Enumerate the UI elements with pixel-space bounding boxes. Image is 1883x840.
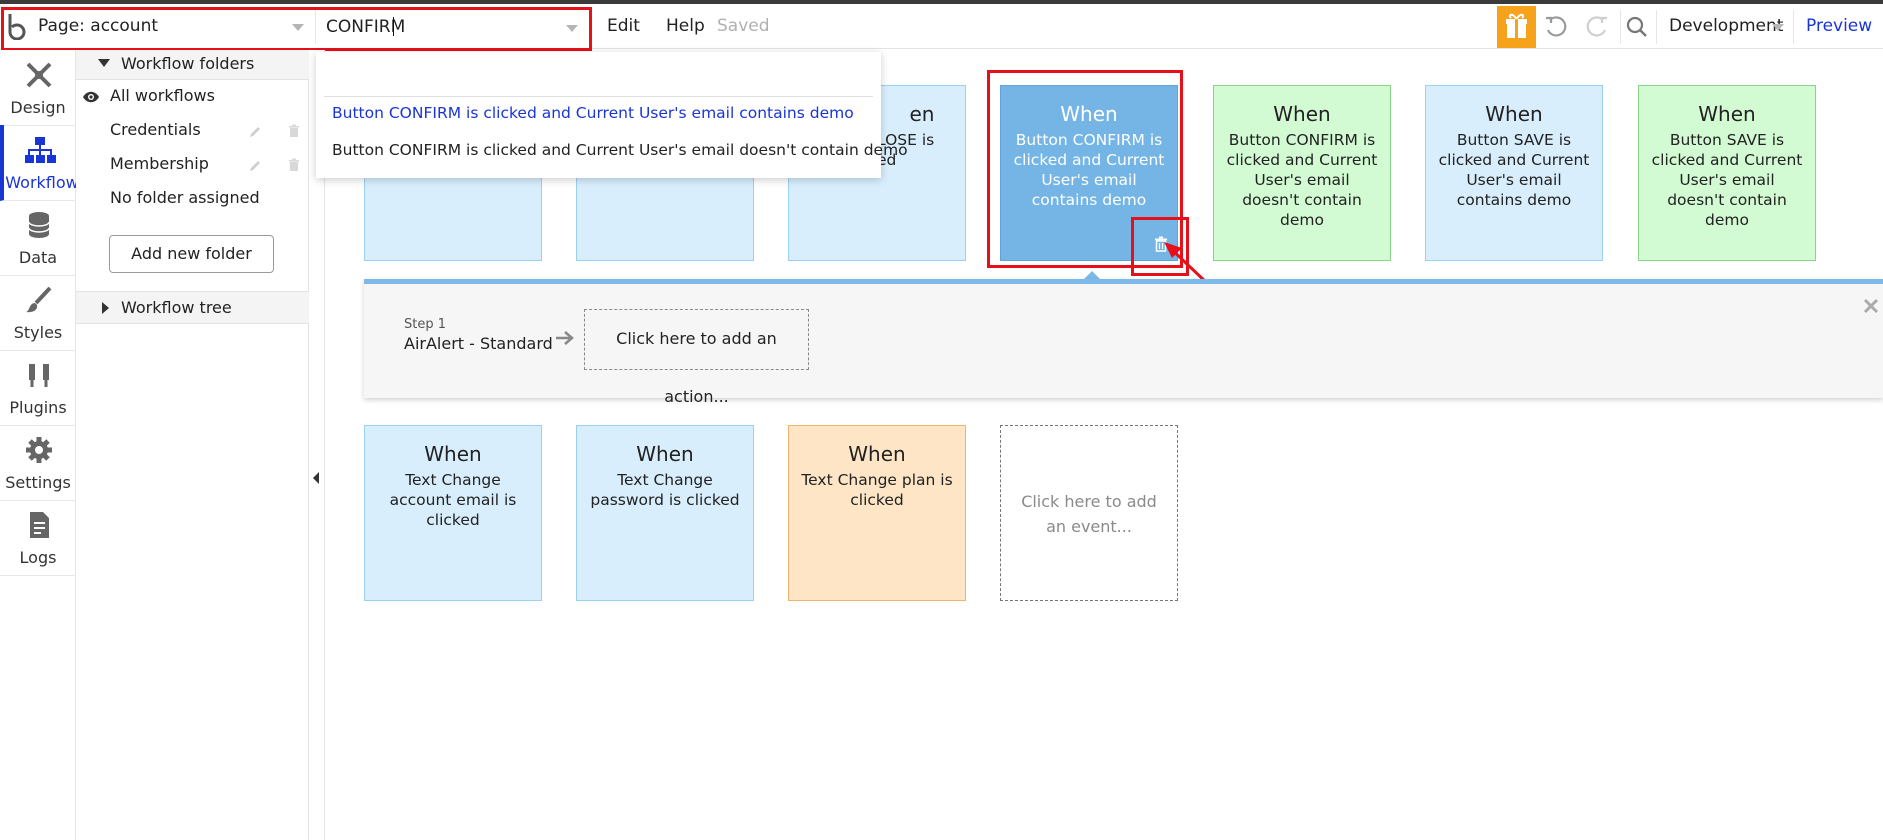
nav-logs[interactable]: Logs (0, 500, 76, 576)
event-when-label: When (1698, 102, 1756, 126)
save-status: Saved (717, 16, 770, 36)
event-card[interactable]: When Text Change password is clicked (576, 425, 754, 601)
event-description: Button SAVE is clicked and Current User'… (1651, 131, 1803, 229)
nav-label: Logs (19, 548, 57, 567)
trash-icon[interactable] (288, 123, 300, 142)
preview-link[interactable]: Preview (1806, 16, 1872, 36)
eye-icon[interactable] (82, 89, 100, 108)
undo-icon[interactable] (1543, 14, 1569, 44)
nav-label: Settings (5, 473, 71, 492)
event-when-label: When (1485, 102, 1543, 126)
event-card[interactable]: When Button SAVE is clicked and Current … (1425, 85, 1603, 261)
add-event-label: Click here to add an event... (1021, 492, 1157, 536)
folders-header-title: Workflow folders (121, 54, 255, 73)
help-menu[interactable]: Help (666, 16, 705, 36)
trash-icon[interactable] (288, 157, 300, 176)
event-when-label: When (636, 442, 694, 466)
nav-label: Design (10, 98, 66, 117)
annotation-highlight-box (1, 7, 592, 51)
top-toolbar: Page: account CONFIRM Edit Help Saved De… (0, 4, 1883, 51)
pencil-icon[interactable] (248, 158, 262, 177)
pencil-icon[interactable] (248, 124, 262, 143)
nav-styles[interactable]: Styles (0, 275, 76, 351)
design-icon (26, 62, 52, 88)
step-number: Step 1 (404, 317, 447, 332)
folders-header[interactable]: Workflow folders (76, 50, 309, 80)
all-workflows-item[interactable]: All workflows (110, 86, 215, 105)
divider (1620, 10, 1621, 44)
redo-icon[interactable] (1584, 14, 1610, 44)
event-description: Text Change account email is clicked (389, 471, 517, 529)
nav-settings[interactable]: Settings (0, 425, 76, 501)
event-card[interactable]: When Text Change plan is clicked (788, 425, 966, 601)
workflow-actions-strip: Step 1 AirAlert - Standard Click here to… (364, 279, 1883, 406)
nav-label: Plugins (9, 398, 67, 417)
nav-label: Workflow (5, 173, 79, 192)
collapse-arrow-icon (313, 472, 319, 484)
event-description: Button CONFIRM is clicked and Current Us… (1226, 131, 1378, 229)
data-icon (28, 212, 50, 238)
workflow-tree-title: Workflow tree (121, 298, 232, 317)
event-card[interactable]: When Text Change account email is clicke… (364, 425, 542, 601)
nav-data[interactable]: Data (0, 200, 76, 276)
close-icon[interactable] (1863, 298, 1879, 318)
dropdown-divider (324, 96, 873, 97)
chevron-down-icon[interactable] (1772, 24, 1784, 31)
arrow-right-icon (554, 329, 576, 351)
gift-icon[interactable] (1497, 6, 1536, 48)
divider (1793, 10, 1794, 44)
edit-menu[interactable]: Edit (607, 16, 640, 36)
nav-plugins[interactable]: Plugins (0, 350, 76, 426)
workflow-folders-panel: Workflow folders All workflows Credentia… (76, 50, 309, 840)
workflow-icon (25, 137, 56, 163)
logs-icon (30, 512, 49, 538)
event-description: Text Change password is clicked (590, 471, 740, 509)
event-description: Button SAVE is clicked and Current User'… (1438, 131, 1590, 209)
folder-item-membership[interactable]: Membership (110, 154, 209, 173)
expand-triangle-icon (102, 302, 109, 314)
nav-label: Styles (13, 323, 63, 342)
environment-selector[interactable]: Development (1669, 16, 1783, 36)
workflow-tree-header[interactable]: Workflow tree (76, 291, 309, 324)
left-nav-rail: Design Workflow Data Styles Plugins Sett… (0, 50, 80, 840)
gear-icon (26, 437, 52, 463)
dropdown-option[interactable]: Button CONFIRM is clicked and Current Us… (332, 141, 908, 159)
search-results-dropdown: Button CONFIRM is clicked and Current Us… (316, 52, 908, 178)
search-icon[interactable] (1625, 15, 1649, 43)
folder-item-credentials[interactable]: Credentials (110, 120, 201, 139)
brush-icon (26, 286, 52, 313)
step-action-name[interactable]: AirAlert - Standard (404, 334, 553, 353)
nav-design[interactable]: Design (0, 50, 76, 126)
event-when-label: When (1273, 102, 1331, 126)
event-description: Text Change plan is clicked (801, 471, 953, 509)
collapse-triangle-icon (98, 59, 110, 67)
nav-label: Data (18, 248, 58, 267)
event-when-label: When (424, 442, 482, 466)
nav-workflow[interactable]: Workflow (0, 125, 80, 201)
dropdown-option[interactable]: Button CONFIRM is clicked and Current Us… (332, 104, 854, 122)
no-folder-item[interactable]: No folder assigned (110, 188, 260, 207)
add-action-slot[interactable]: Click here to add an action... (584, 309, 809, 406)
add-event-slot[interactable]: Click here to add an event... (1000, 425, 1178, 601)
event-card[interactable]: When Button SAVE is clicked and Current … (1638, 85, 1816, 261)
divider (1656, 10, 1657, 44)
plugin-icon (29, 364, 49, 387)
add-new-folder-button[interactable]: Add new folder (109, 235, 274, 273)
event-when-label: When (848, 442, 906, 466)
pointer-notch (1084, 271, 1100, 279)
event-when-label: en (909, 102, 935, 126)
